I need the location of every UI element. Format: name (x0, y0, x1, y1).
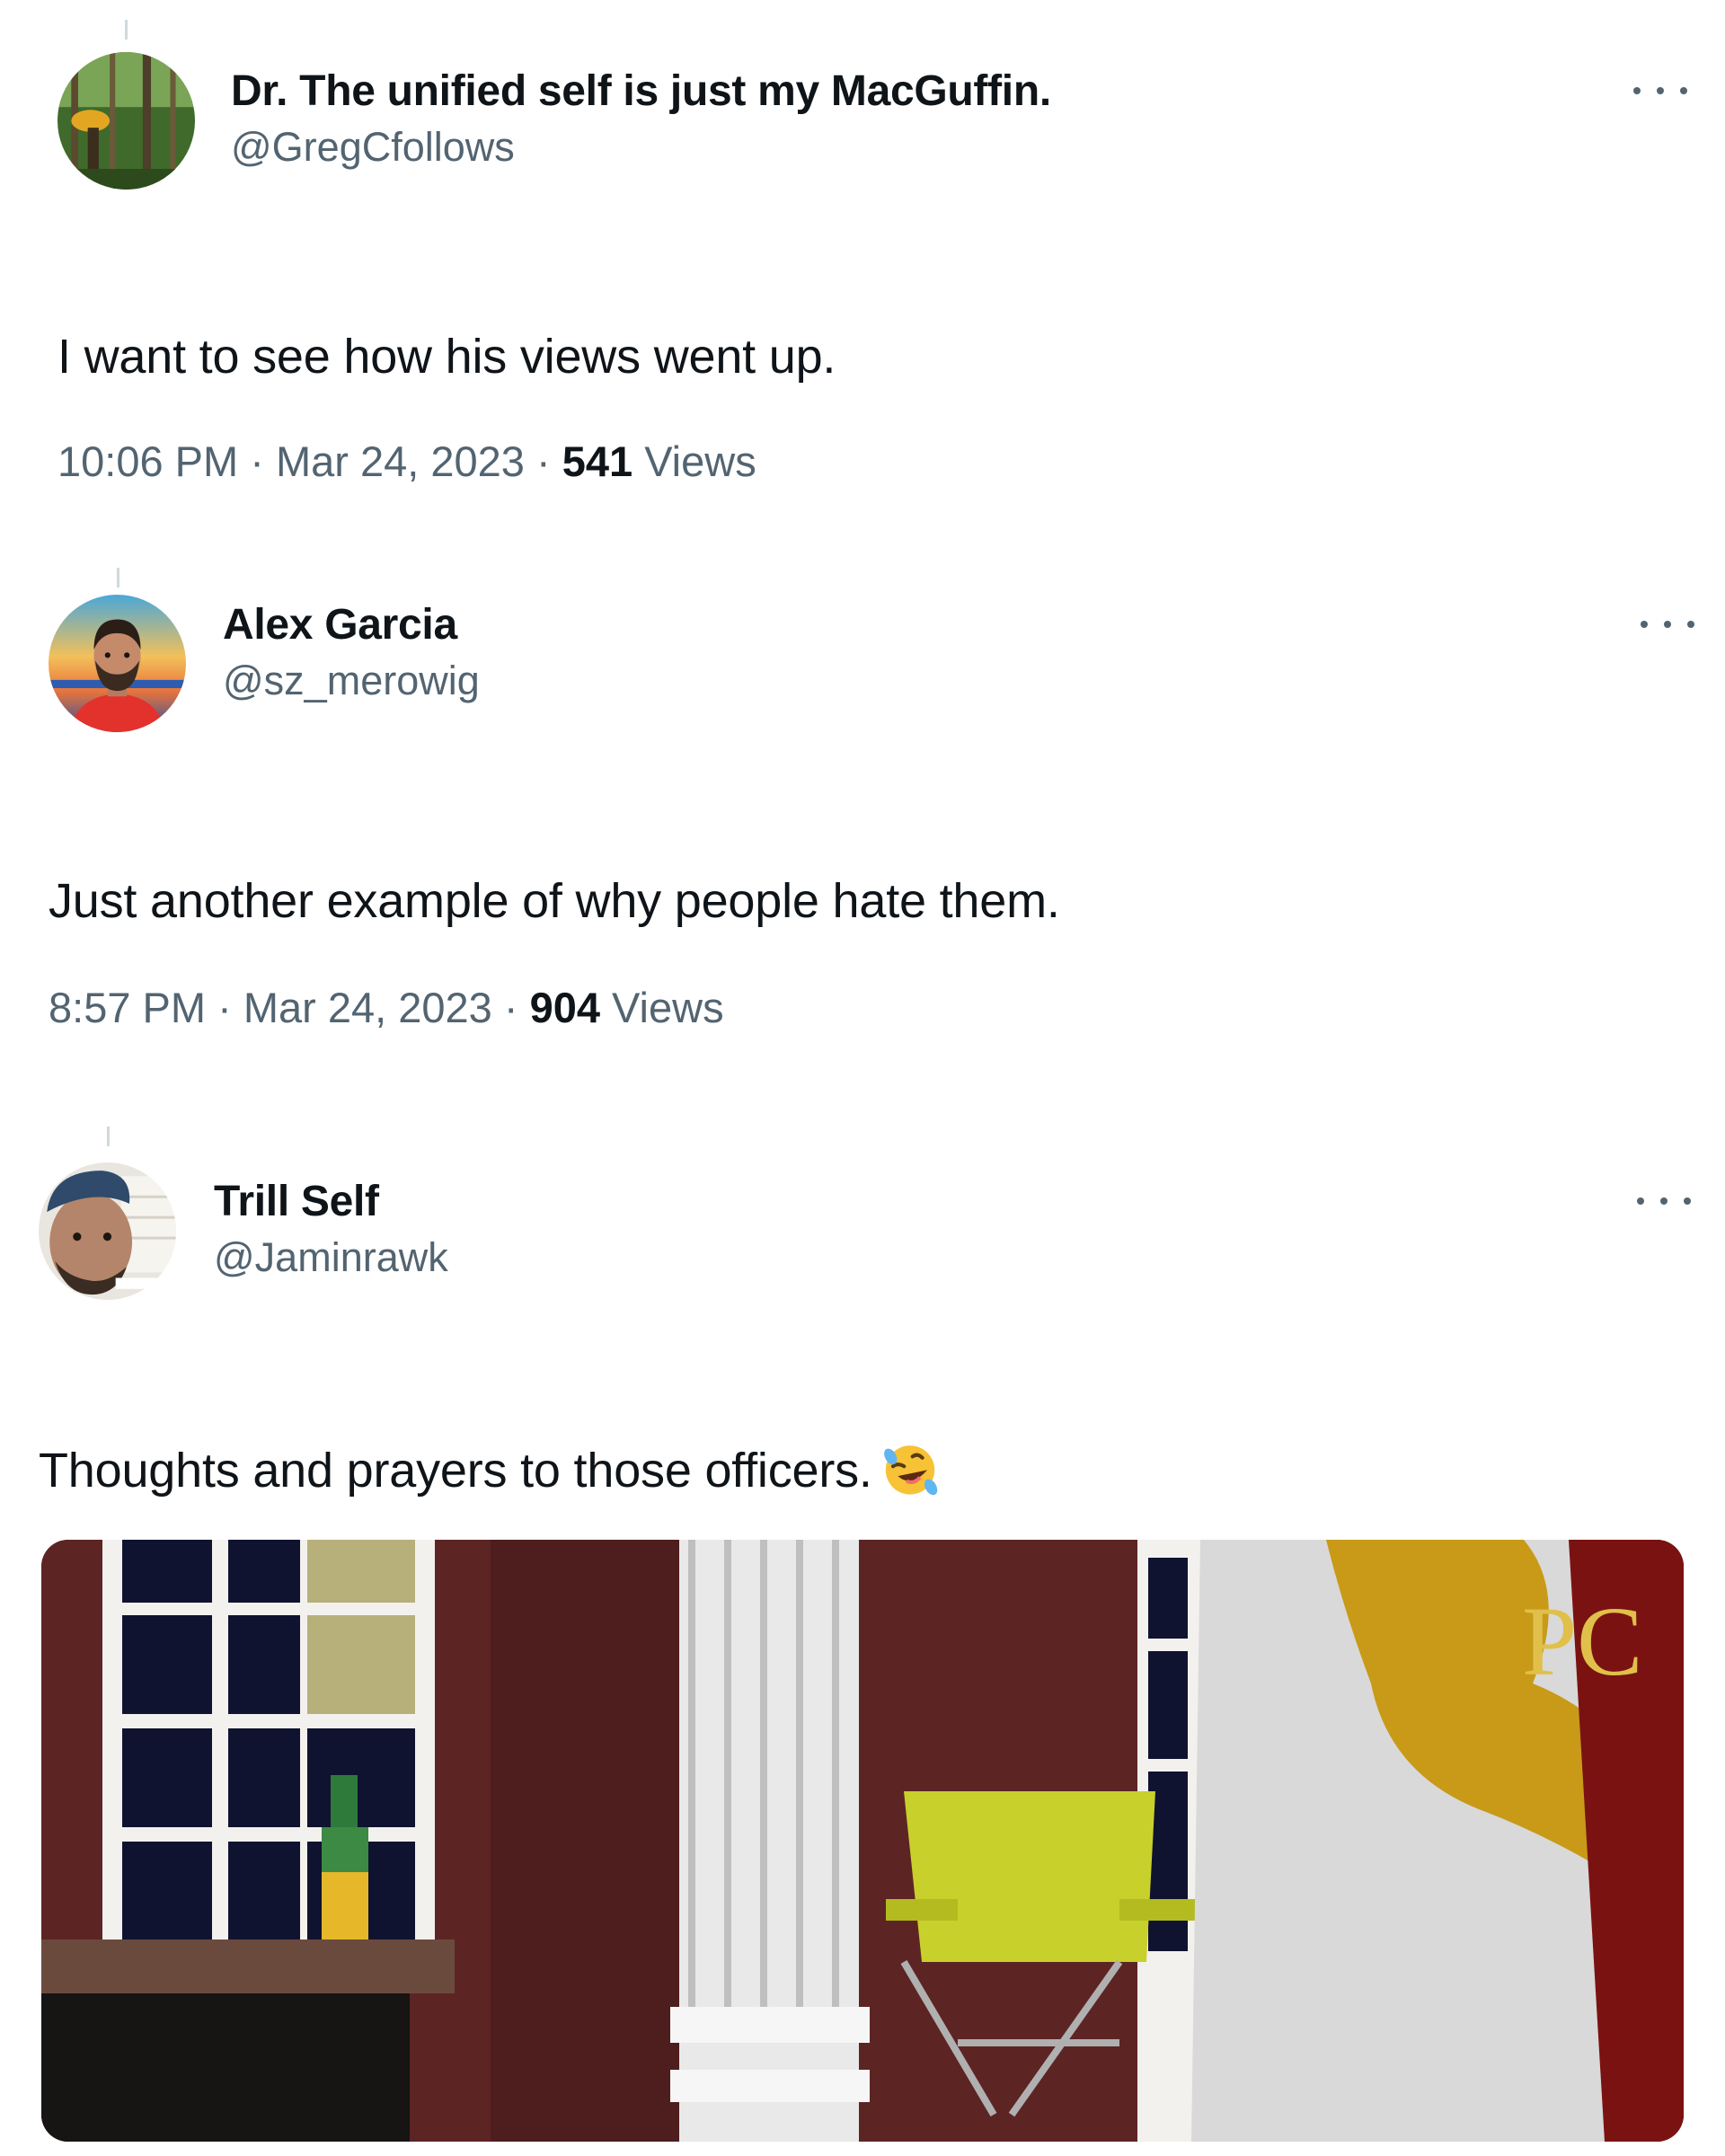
views-count: 541 (562, 437, 633, 485)
more-options-icon[interactable] (1637, 1188, 1691, 1215)
forest-avatar[interactable] (58, 52, 195, 190)
meta-separator: · (217, 984, 232, 1031)
meta-separator: · (503, 984, 518, 1031)
uniform-sign-text: PC (1522, 1586, 1643, 1696)
thread-line (117, 568, 119, 588)
tweet-meta: 10:06 PM · Mar 24, 2023 · 541 Views (58, 437, 756, 486)
user-handle[interactable]: @GregCfollows (231, 124, 515, 171)
thread-line (125, 20, 128, 40)
views-label: Views (612, 984, 724, 1031)
views-label: Views (644, 437, 756, 485)
thread-line (107, 1127, 110, 1146)
tweet-meta: 8:57 PM · Mar 24, 2023 · 904 Views (49, 983, 724, 1032)
more-options-icon[interactable] (1633, 77, 1687, 104)
selfie-avatar[interactable] (39, 1162, 176, 1300)
tweet-2: Alex Garcia @sz_merowig Just another exa… (0, 539, 1725, 1042)
user-handle[interactable]: @Jaminrawk (214, 1234, 448, 1281)
meta-separator: · (535, 437, 551, 485)
tweet-date[interactable]: Mar 24, 2023 (276, 437, 525, 485)
tweet-text: I want to see how his views went up. (58, 330, 836, 384)
tweet-text-content: Thoughts and prayers to those officers. (39, 1444, 872, 1498)
display-name[interactable]: Trill Self (214, 1177, 379, 1226)
user-handle[interactable]: @sz_merowig (223, 658, 480, 704)
tweet-text: Just another example of why people hate … (49, 874, 1060, 928)
views-count: 904 (529, 984, 600, 1031)
more-options-icon[interactable] (1641, 611, 1694, 638)
tweet-media-video[interactable]: PC (41, 1540, 1684, 2142)
tweet-time[interactable]: 8:57 PM (49, 984, 206, 1031)
bearded-man-avatar[interactable] (49, 595, 186, 732)
tweet-date[interactable]: Mar 24, 2023 (243, 984, 492, 1031)
display-name[interactable]: Dr. The unified self is just my MacGuffi… (231, 66, 1051, 116)
meta-separator: · (250, 437, 264, 485)
rolling-on-floor-laughing-emoji (883, 1445, 937, 1495)
tweet-text: Thoughts and prayers to those officers. (39, 1443, 941, 1505)
tweet-time[interactable]: 10:06 PM (58, 437, 238, 485)
display-name[interactable]: Alex Garcia (223, 600, 457, 649)
tweet-1: Dr. The unified self is just my MacGuffi… (0, 0, 1725, 503)
